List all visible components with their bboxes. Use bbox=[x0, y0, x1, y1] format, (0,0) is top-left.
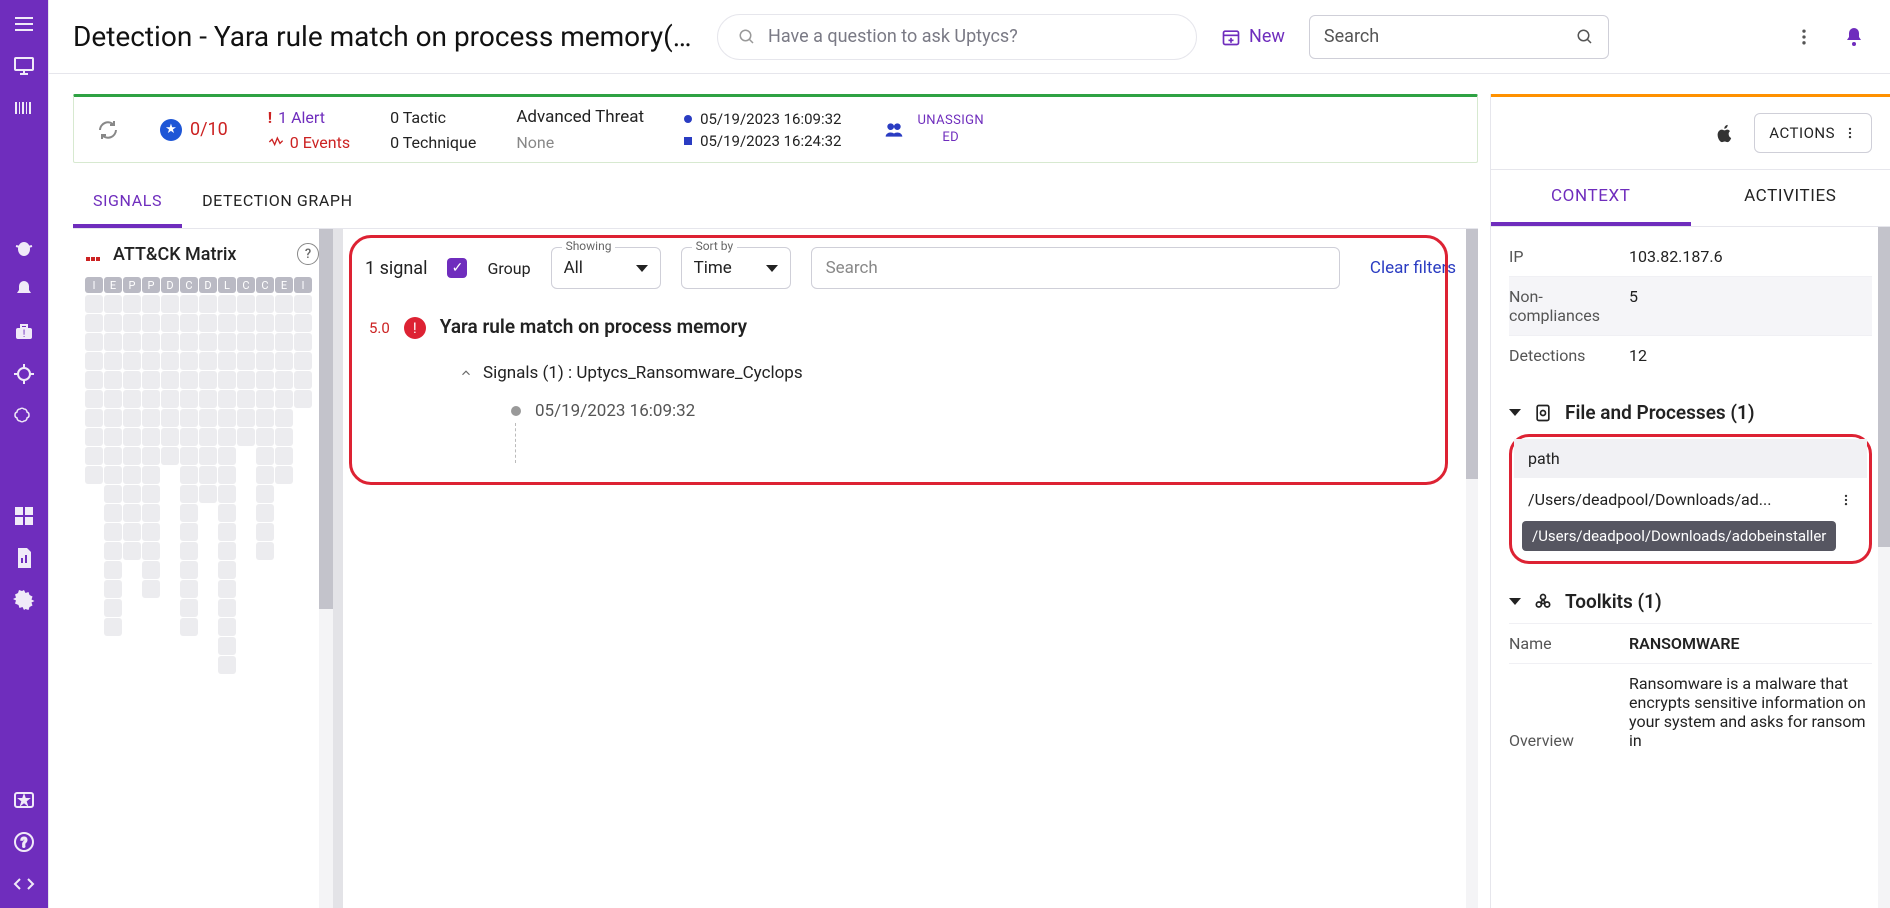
monitor-icon[interactable] bbox=[12, 54, 36, 78]
risk-score: ★0/10 bbox=[160, 119, 228, 141]
people-icon bbox=[881, 120, 907, 140]
chevron-up-icon bbox=[459, 366, 473, 380]
threat-value: None bbox=[516, 133, 644, 152]
clear-filters-link[interactable]: Clear filters bbox=[1370, 258, 1456, 278]
kv-ip: IP103.82.187.6 bbox=[1509, 237, 1872, 276]
severity-score: 5.0 bbox=[369, 319, 390, 337]
actions-button[interactable]: ACTIONS bbox=[1754, 113, 1872, 153]
signal-timestamp: 05/19/2023 16:09:32 bbox=[511, 401, 1456, 421]
assignee[interactable]: UNASSIGNED bbox=[917, 113, 984, 147]
more-vert-icon[interactable] bbox=[1839, 493, 1853, 507]
kv-toolkit-name: NameRANSOMWARE bbox=[1509, 623, 1872, 663]
signal-item[interactable]: 5.0 ! Yara rule match on process memory … bbox=[365, 315, 1456, 463]
ask-uptycs-input[interactable]: Have a question to ask Uptycs? bbox=[717, 14, 1197, 60]
alerts-count[interactable]: !1 Alert bbox=[268, 108, 350, 127]
showing-select[interactable]: Showing All bbox=[551, 247, 661, 289]
new-button[interactable]: New bbox=[1221, 26, 1285, 47]
kv-toolkit-overview: OverviewRansomware is a malware that enc… bbox=[1509, 663, 1872, 760]
signal-subgroup[interactable]: Signals (1) : Uptycs_Ransomware_Cyclops bbox=[459, 363, 1456, 383]
context-panel: ACTIONS CONTEXT ACTIVITIES IP103.82.187.… bbox=[1490, 94, 1890, 908]
brain-icon[interactable] bbox=[12, 404, 36, 428]
severity-icon: ! bbox=[404, 317, 426, 339]
biohazard-icon bbox=[1533, 592, 1553, 612]
left-nav-rail: ! ? bbox=[0, 0, 48, 908]
dashboard-icon[interactable] bbox=[12, 504, 36, 528]
more-vert-icon[interactable] bbox=[1794, 27, 1814, 47]
highlight-annotation: path /Users/deadpool/Downloads/ad... /Us… bbox=[1509, 434, 1872, 564]
apple-icon bbox=[1714, 121, 1736, 145]
kv-noncompliances: Non-compliances5 bbox=[1509, 276, 1872, 335]
signals-panel: 1 signal ✓ Group Showing All Sort by Tim… bbox=[343, 229, 1478, 908]
global-search-input[interactable]: Search bbox=[1309, 15, 1609, 59]
tab-signals[interactable]: SIGNALS bbox=[73, 177, 182, 228]
path-header: path bbox=[1514, 439, 1867, 478]
svg-text:?: ? bbox=[21, 836, 27, 851]
star-box-icon[interactable] bbox=[12, 788, 36, 812]
barcode-icon[interactable] bbox=[12, 96, 36, 120]
tab-context[interactable]: CONTEXT bbox=[1491, 170, 1691, 226]
target-icon[interactable] bbox=[12, 362, 36, 386]
matrix-icon bbox=[85, 245, 103, 263]
section-file-processes[interactable]: File and Processes (1) bbox=[1509, 401, 1872, 424]
scrollbar[interactable] bbox=[319, 229, 333, 908]
top-bar: Detection - Yara rule match on process m… bbox=[49, 0, 1890, 74]
notifications-icon[interactable] bbox=[1842, 25, 1866, 49]
group-checkbox[interactable]: ✓ bbox=[447, 258, 467, 278]
ask-placeholder: Have a question to ask Uptycs? bbox=[768, 26, 1018, 47]
attck-matrix-panel: ATT&CK Matrix ? IEPPDCDLCCEI bbox=[73, 229, 343, 908]
signal-name: Yara rule match on process memory bbox=[440, 315, 747, 338]
path-tooltip: /Users/deadpool/Downloads/adobeinstaller bbox=[1522, 521, 1836, 551]
bug-icon[interactable] bbox=[12, 236, 36, 260]
more-vert-icon bbox=[1843, 126, 1857, 140]
code-icon[interactable] bbox=[12, 872, 36, 896]
scrollbar[interactable] bbox=[1878, 227, 1890, 908]
gear-icon[interactable] bbox=[12, 588, 36, 612]
path-row[interactable]: /Users/deadpool/Downloads/ad... bbox=[1514, 478, 1867, 521]
signals-search-input[interactable]: Search bbox=[811, 247, 1340, 289]
search-icon bbox=[738, 28, 756, 46]
sortby-select[interactable]: Sort by Time bbox=[681, 247, 791, 289]
bell-icon[interactable] bbox=[12, 278, 36, 302]
search-icon bbox=[1576, 28, 1594, 46]
file-process-icon bbox=[1533, 403, 1553, 423]
tab-detection-graph[interactable]: DETECTION GRAPH bbox=[182, 177, 373, 228]
report-icon[interactable] bbox=[12, 546, 36, 570]
tactic-count: 0 Tactic bbox=[390, 108, 476, 127]
calendar-plus-icon bbox=[1221, 27, 1241, 47]
menu-icon[interactable] bbox=[12, 12, 36, 36]
tab-activities[interactable]: ACTIVITIES bbox=[1691, 170, 1890, 226]
time-range: 05/19/2023 16:09:32 05/19/2023 16:24:32 bbox=[684, 110, 841, 150]
svg-text:!: ! bbox=[23, 329, 26, 340]
signal-count: 1 signal bbox=[365, 258, 427, 279]
technique-count: 0 Technique bbox=[390, 133, 476, 152]
detection-tabs: SIGNALS DETECTION GRAPH bbox=[73, 177, 1478, 229]
scrollbar[interactable] bbox=[1466, 229, 1478, 908]
events-count[interactable]: 0 Events bbox=[268, 133, 350, 152]
threat-label: Advanced Threat bbox=[516, 107, 644, 127]
help-icon[interactable]: ? bbox=[12, 830, 36, 854]
section-toolkits[interactable]: Toolkits (1) bbox=[1509, 590, 1872, 613]
page-title: Detection - Yara rule match on process m… bbox=[73, 20, 693, 53]
refresh-icon[interactable] bbox=[96, 118, 120, 142]
help-icon[interactable]: ? bbox=[297, 243, 319, 265]
briefcase-alert-icon[interactable]: ! bbox=[12, 320, 36, 344]
detection-info-bar: ★0/10 !1 Alert 0 Events 0 Tactic 0 Techn… bbox=[73, 94, 1478, 163]
kv-detections: Detections12 bbox=[1509, 335, 1872, 375]
